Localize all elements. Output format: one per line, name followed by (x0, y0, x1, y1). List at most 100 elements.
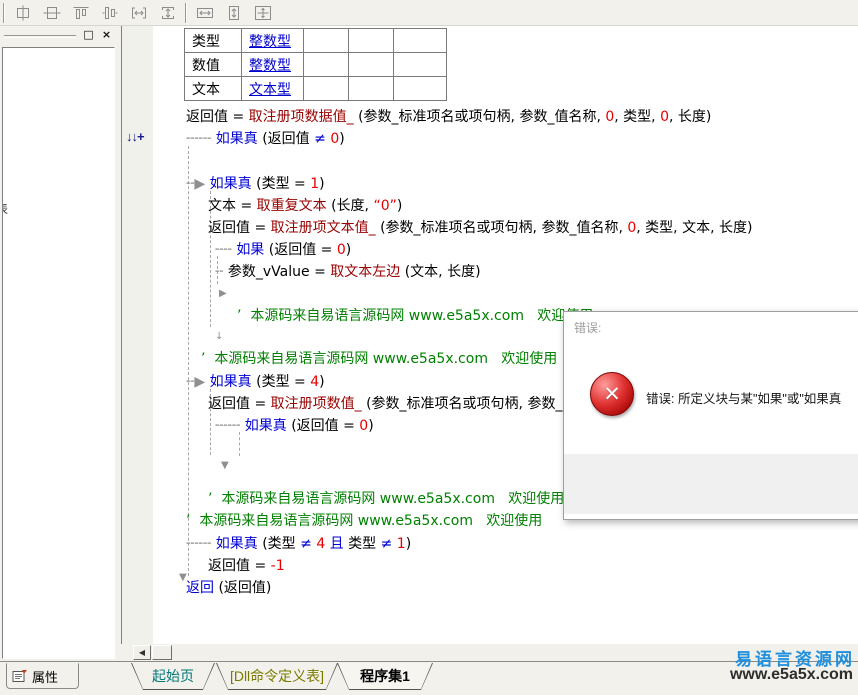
variable-table: 类型整数型数值整数型文本文本型 (184, 28, 447, 101)
code-line[interactable]: ╌╌╌ 如果真 (类型 ≠ 4 且 类型 ≠ 1) (186, 537, 411, 552)
variable-cell[interactable] (349, 29, 394, 53)
code-segment: 0 (627, 220, 636, 236)
code-segment: (参数_标准项名或项句柄, 参数_值名称, (354, 109, 606, 125)
tab-start-page[interactable]: 起始页 (131, 663, 215, 690)
code-segment: 文本 = (208, 198, 257, 214)
code-line[interactable]: ╌ 参数_vValue = 取文本左边 (文本, 长度) (215, 265, 481, 280)
code-segment: ╌╌ (215, 242, 236, 258)
code-line[interactable]: ’ 本源码来自易语言源码网 www.e5a5x.com 欢迎使用 (186, 514, 542, 529)
code-segment: 类型 (344, 536, 381, 552)
error-x-icon: ✕ (590, 372, 634, 416)
code-segment: (长度, (327, 198, 374, 214)
code-line[interactable]: ’ 本源码来自易语言源码网 www.e5a5x.com 欢迎使用 (208, 492, 564, 507)
code-segment: (返回值) (214, 580, 271, 596)
variable-cell[interactable] (394, 53, 447, 77)
code-line[interactable]: ╌╌╌ 如果真 (返回值 = 0) (215, 419, 374, 434)
code-segment: ≠ (300, 536, 312, 552)
flow-gutter-marker[interactable]: ↓↓+ (126, 129, 144, 144)
fit-both-icon[interactable] (248, 2, 277, 24)
code-segment: ) (406, 536, 411, 552)
panel-drag-grip[interactable] (4, 35, 76, 38)
watermark-site-url: www.e5a5x.com (730, 666, 853, 684)
variable-cell[interactable] (304, 53, 349, 77)
code-segment: ) (397, 198, 402, 214)
scroll-left-button[interactable]: ◀ (133, 645, 151, 660)
error-dialog-title: 错误: (574, 319, 601, 336)
code-segment: ) (368, 418, 373, 434)
code-segment: 取重复文本 (257, 198, 327, 214)
tab-dll-command-table[interactable]: [Dll命令定义表] (216, 663, 338, 690)
code-segment: (返回值 = (264, 242, 337, 258)
variable-cell[interactable] (304, 29, 349, 53)
code-line[interactable]: 返回值 = 取注册项数据值_ (参数_标准项名或项句柄, 参数_值名称, 0, … (186, 110, 711, 125)
variable-cell[interactable]: 类型 (185, 29, 242, 53)
center-horizontal-icon[interactable] (8, 2, 37, 24)
toolbar-separator (3, 3, 5, 23)
variable-cell[interactable] (349, 77, 394, 101)
align-middle-icon[interactable] (95, 2, 124, 24)
flow-marker[interactable]: ▶ (219, 286, 227, 301)
code-line[interactable]: ╌▶ 如果真 (类型 = 1) (186, 177, 325, 192)
code-segment: 4 (316, 536, 325, 552)
variable-cell[interactable]: 文本 (185, 77, 242, 101)
panel-maximize-button[interactable]: □ (81, 28, 96, 43)
code-line[interactable]: 文本 = 取重复文本 (长度, “0”) (208, 199, 402, 214)
flow-marker[interactable]: ↓ (215, 329, 223, 344)
tab-program-assembly[interactable]: 程序集1 (337, 663, 433, 690)
variable-cell[interactable] (394, 77, 447, 101)
properties-tab[interactable]: 属性 (6, 663, 79, 689)
same-width-icon[interactable] (124, 2, 153, 24)
error-message: 错误: 所定义块与某"如果"或"如果真 (646, 388, 841, 407)
code-segment: (参数_标准项名或项句柄, 参数_值名称, (376, 220, 628, 236)
variable-cell[interactable] (304, 77, 349, 101)
code-line[interactable]: ╌╌╌ 如果真 (返回值 ≠ 0) (186, 132, 345, 147)
code-segment: ▶ (219, 288, 227, 299)
panel-content-area[interactable]: 表 (2, 47, 115, 659)
code-segment: ╌ (215, 264, 228, 280)
code-segment: ╌╌╌ (186, 536, 216, 552)
variable-type-link[interactable]: 整数型 (242, 29, 304, 53)
code-line[interactable]: ’ 本源码来自易语言源码网 www.e5a5x.com 欢迎使用 (237, 309, 593, 324)
scroll-thumb[interactable] (152, 645, 172, 660)
code-segment: 0 (605, 109, 614, 125)
code-segment: 返回值 = (186, 109, 249, 125)
center-vertical-icon[interactable] (37, 2, 66, 24)
variable-cell[interactable]: 数值 (185, 53, 242, 77)
code-segment: 返回 (186, 580, 214, 596)
code-segment: 且 (330, 536, 344, 552)
code-segment: 取文本左边 (330, 264, 400, 280)
panel-close-button[interactable]: × (99, 28, 114, 43)
code-segment: 0 (330, 131, 339, 147)
code-segment: -1 (271, 558, 285, 574)
code-segment: ’ 本源码来自易语言源码网 www.e5a5x.com 欢迎使用 (208, 491, 564, 507)
code-segment: ’ 本源码来自易语言源码网 www.e5a5x.com 欢迎使用 (201, 351, 557, 367)
variable-type-link[interactable]: 文本型 (242, 77, 304, 101)
code-line[interactable]: 返回值 = -1 (208, 559, 285, 574)
align-top-icon[interactable] (66, 2, 95, 24)
code-segment: ) (346, 242, 351, 258)
fit-width-icon[interactable] (190, 2, 219, 24)
code-segment: (返回值 (258, 131, 314, 147)
code-line[interactable]: ╌▶ 如果真 (类型 = 4) (186, 375, 325, 390)
flow-marker[interactable]: ▼ (221, 458, 229, 473)
variable-cell[interactable] (349, 53, 394, 77)
variable-type-link[interactable]: 整数型 (242, 53, 304, 77)
clipped-table-text: 表 (2, 200, 8, 217)
code-line[interactable]: 返回值 = 取注册项文本值_ (参数_标准项名或项句柄, 参数_值名称, 0, … (208, 221, 752, 236)
code-line[interactable]: ╌╌ 如果 (返回值 = 0) (215, 243, 351, 258)
same-height-icon[interactable] (153, 2, 182, 24)
code-line[interactable]: 返回 (返回值) (186, 581, 271, 596)
code-segment: ╌▶ (186, 176, 210, 192)
code-line[interactable]: ’ 本源码来自易语言源码网 www.e5a5x.com 欢迎使用 (201, 352, 557, 367)
variable-cell[interactable] (394, 29, 447, 53)
properties-icon (12, 669, 28, 683)
code-segment: ’ 本源码来自易语言源码网 www.e5a5x.com 欢迎使用 (186, 513, 542, 529)
code-segment: , 长度) (669, 109, 711, 125)
code-segment: 参数_vValue = (228, 264, 330, 280)
variable-row: 数值整数型 (185, 53, 447, 77)
code-segment: ) (339, 131, 344, 147)
toolbar-separator (185, 3, 187, 23)
fit-height-icon[interactable] (219, 2, 248, 24)
code-segment: ╌▶ (186, 374, 210, 390)
flow-dashed-line (239, 432, 240, 456)
